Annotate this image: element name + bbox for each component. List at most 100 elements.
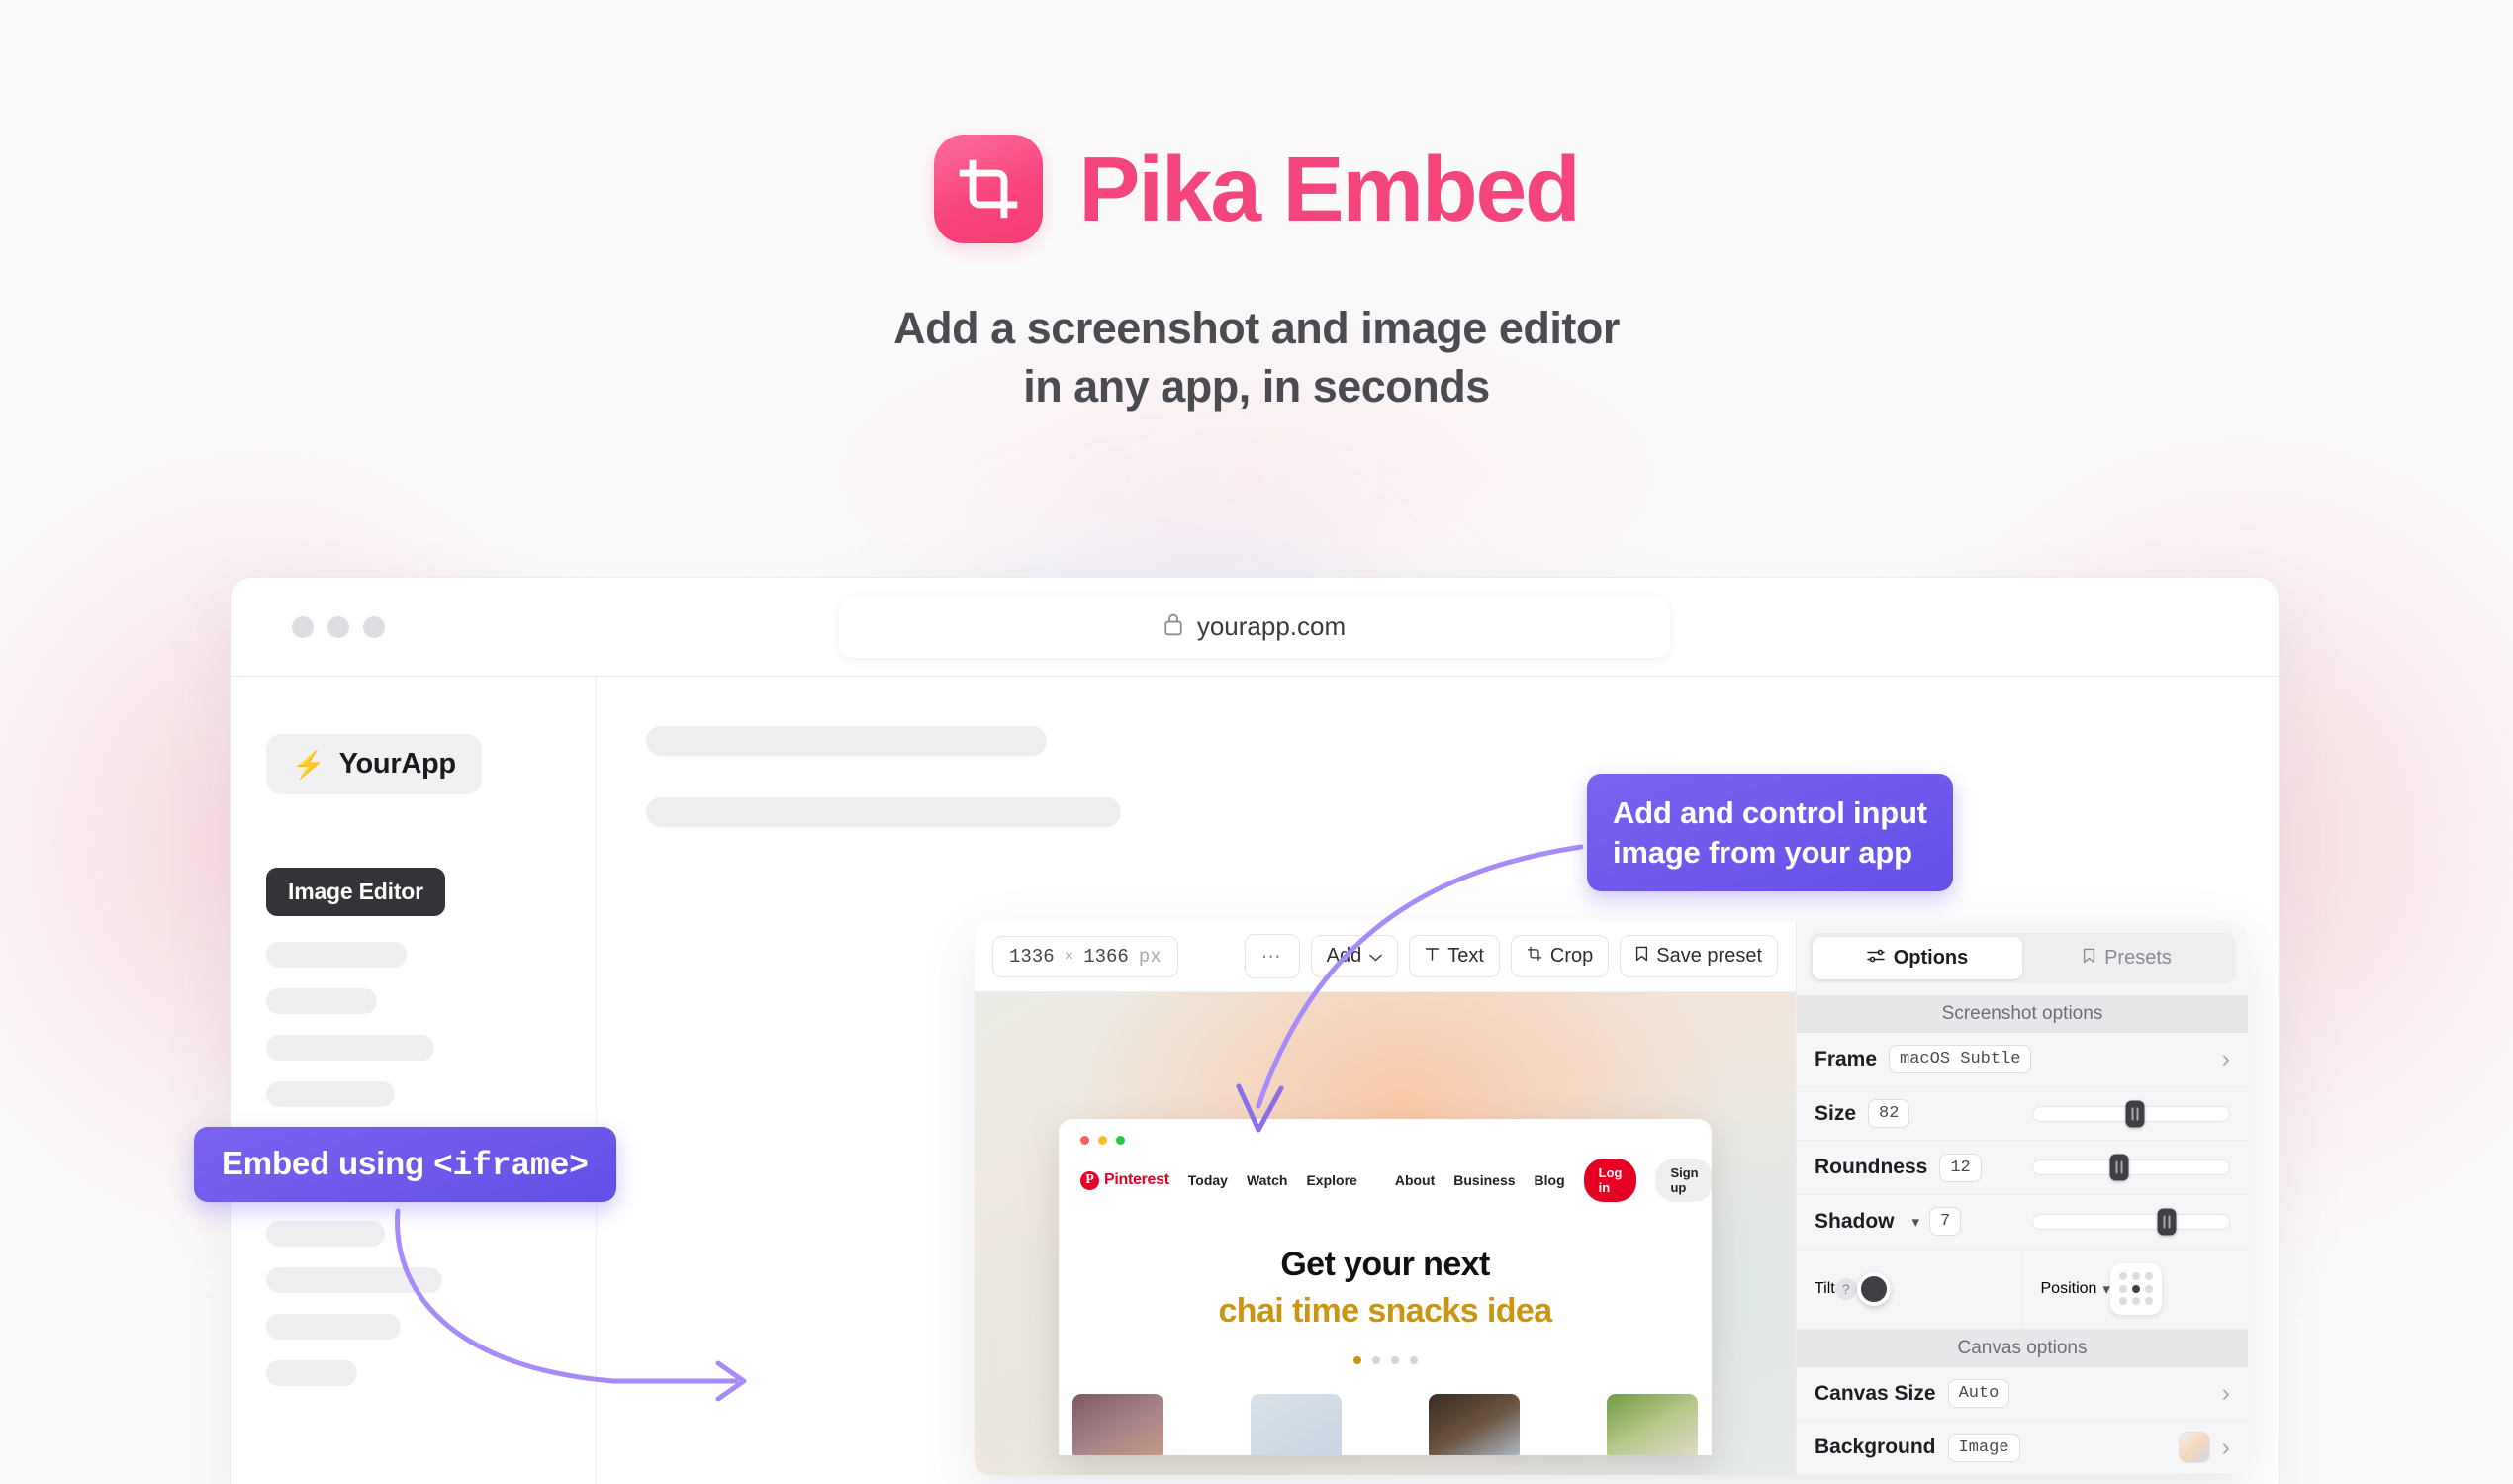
subtitle-line-2: in any app, in seconds — [1023, 361, 1490, 413]
shadow-slider[interactable] — [2032, 1208, 2230, 1236]
tab-options-label: Options — [1893, 947, 1969, 969]
maximize-button[interactable] — [363, 615, 385, 638]
crop-tool-button[interactable]: Crop — [1510, 935, 1610, 977]
tilt-label: Tilt — [1815, 1279, 1835, 1297]
position-grid-cell[interactable] — [2131, 1284, 2140, 1293]
sliders-icon — [1866, 947, 1885, 970]
image-editor-card: 1336 × 1366 px ⋯ Add Text Crop Save pres… — [975, 921, 2248, 1475]
row-roundness[interactable]: Roundness 12 — [1797, 1141, 2248, 1196]
dimension-height: 1366 — [1083, 945, 1129, 968]
thumbnail — [1429, 1394, 1520, 1455]
bookmark-icon — [1635, 945, 1648, 968]
tab-presets[interactable]: Presets — [2022, 937, 2232, 979]
editor-canvas[interactable]: P Pinterest Today Watch Explore About Busin… — [975, 992, 1796, 1475]
panel-tab-bar: Options Presets — [1809, 933, 2236, 983]
row-size[interactable]: Size 82 — [1797, 1086, 2248, 1142]
position-grid-cell[interactable] — [2119, 1272, 2128, 1281]
add-button[interactable]: Add — [1310, 935, 1399, 977]
roundness-value: 12 — [1939, 1153, 1982, 1182]
position-grid-cell[interactable] — [2119, 1284, 2128, 1293]
crop-tool-icon — [934, 135, 1044, 243]
tab-options[interactable]: Options — [1813, 937, 2022, 979]
pinterest-logo: P Pinterest — [1080, 1170, 1169, 1190]
callout-input-image: Add and control input image from your ap… — [1587, 774, 1953, 892]
section-screenshot-options: Screenshot options — [1797, 995, 2248, 1033]
page-header: Pika Embed Add a screenshot and image ed… — [0, 0, 2513, 417]
bookmark-icon — [2083, 947, 2095, 970]
carousel-dot[interactable] — [1371, 1356, 1380, 1364]
lock-icon — [1163, 612, 1183, 641]
row-background[interactable]: Background Image › — [1797, 1421, 2248, 1475]
position-grid-cell[interactable] — [2131, 1272, 2140, 1281]
options-panel: Options Presets Screenshot options Frame… — [1797, 921, 2248, 1475]
frame-value: macOS Subtle — [1889, 1045, 2032, 1074]
close-button[interactable] — [292, 615, 314, 638]
canvas-dimensions-field[interactable]: 1336 × 1366 px — [992, 935, 1178, 977]
sidebar-skeleton-item — [266, 1081, 395, 1107]
sidebar-skeleton-item — [266, 1035, 434, 1061]
carousel-dot[interactable] — [1352, 1356, 1361, 1364]
row-frame[interactable]: Frame macOS Subtle › — [1797, 1033, 2248, 1087]
more-options-button[interactable]: ⋯ — [1244, 934, 1300, 978]
preview-nav-link[interactable]: Business — [1453, 1172, 1515, 1188]
background-value: Image — [1947, 1433, 2020, 1462]
save-preset-button[interactable]: Save preset — [1620, 935, 1778, 977]
size-slider[interactable] — [2032, 1100, 2230, 1127]
preview-nav-link[interactable]: Watch — [1247, 1172, 1287, 1188]
preview-hero-line-1: Get your next — [1280, 1246, 1490, 1283]
position-control[interactable]: Position ▾ — [2022, 1249, 2248, 1329]
canvas-size-value: Auto — [1947, 1379, 2010, 1409]
position-grid-cell[interactable] — [2119, 1297, 2128, 1306]
preview-nav-link[interactable]: About — [1395, 1172, 1435, 1188]
position-grid-cell[interactable] — [2144, 1272, 2153, 1281]
preview-thumbnails — [1059, 1394, 1712, 1455]
sidebar-item-image-editor[interactable]: Image Editor — [266, 868, 445, 916]
shadow-value: 7 — [1929, 1207, 1962, 1237]
pinterest-icon: P — [1080, 1170, 1099, 1190]
app-sidebar: ⚡ YourApp Image Editor — [231, 677, 597, 1484]
app-badge[interactable]: ⚡ YourApp — [266, 734, 482, 794]
dimension-unit: px — [1138, 945, 1162, 968]
row-canvas-size[interactable]: Canvas Size Auto › — [1797, 1366, 2248, 1422]
tab-presets-label: Presets — [2104, 947, 2172, 969]
preview-nav-link[interactable]: Blog — [1535, 1172, 1565, 1188]
position-grid[interactable] — [2109, 1262, 2162, 1315]
sidebar-skeleton-item — [266, 1360, 357, 1386]
chevron-down-icon[interactable]: ▾ — [1912, 1213, 1920, 1231]
brand-row: Pika Embed — [0, 0, 2513, 243]
preview-login-button[interactable]: Log in — [1583, 1159, 1637, 1202]
position-grid-cell[interactable] — [2131, 1297, 2140, 1306]
main-skeleton-item — [646, 726, 1047, 756]
help-icon[interactable]: ? — [1834, 1277, 1857, 1300]
main-skeleton-list — [646, 726, 2279, 827]
preview-signup-button[interactable]: Sign up — [1655, 1159, 1712, 1202]
position-label: Position — [2040, 1279, 2097, 1297]
preview-nav-link[interactable]: Explore — [1306, 1172, 1356, 1188]
screenshot-preview: P Pinterest Today Watch Explore About Busin… — [1059, 1119, 1712, 1455]
position-grid-cell[interactable] — [2144, 1284, 2153, 1293]
roundness-slider[interactable] — [2032, 1154, 2230, 1181]
carousel-dot[interactable] — [1390, 1356, 1399, 1364]
preview-nav-link[interactable]: Today — [1188, 1172, 1228, 1188]
tilt-handle[interactable] — [1856, 1271, 1891, 1306]
text-tool-label: Text — [1447, 945, 1484, 967]
editor-canvas-column: 1336 × 1366 px ⋯ Add Text Crop Save pres… — [975, 921, 1797, 1475]
minimize-button[interactable] — [327, 615, 349, 638]
preview-carousel-dots[interactable] — [1059, 1356, 1712, 1364]
tilt-control[interactable]: Tilt ? — [1797, 1249, 2023, 1329]
carousel-dot[interactable] — [1409, 1356, 1418, 1364]
chevron-down-icon[interactable]: ▾ — [2102, 1280, 2110, 1298]
row-shadow[interactable]: Shadow ▾ 7 — [1797, 1195, 2248, 1250]
preview-navbar: P Pinterest Today Watch Explore About Busin… — [1059, 1145, 1712, 1202]
dimension-separator: × — [1064, 947, 1074, 966]
dimension-width: 1336 — [1009, 945, 1055, 968]
background-swatch[interactable] — [2178, 1432, 2210, 1464]
size-value: 82 — [1868, 1099, 1910, 1128]
position-grid-cell[interactable] — [2144, 1297, 2153, 1306]
main-skeleton-item — [646, 797, 1121, 827]
preview-hero-line-2: chai time snacks idea — [1218, 1292, 1552, 1330]
url-bar[interactable]: yourapp.com — [839, 596, 1670, 658]
app-badge-label: YourApp — [338, 748, 456, 780]
text-tool-button[interactable]: Text — [1409, 935, 1500, 977]
sidebar-skeleton-item — [266, 942, 407, 968]
